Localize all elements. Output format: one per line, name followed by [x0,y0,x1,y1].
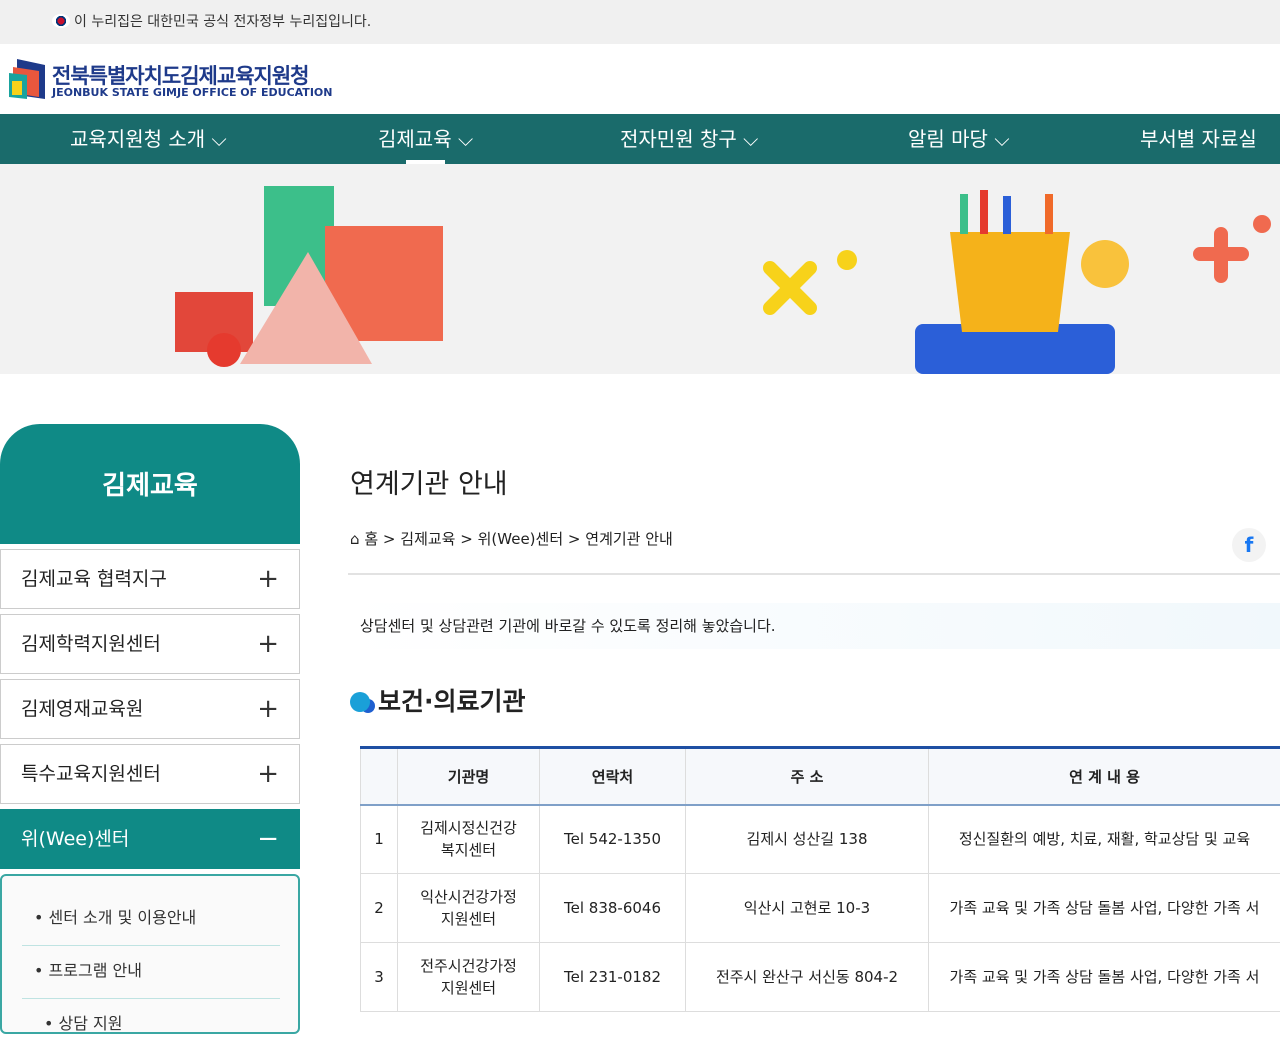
intro-text: 상담센터 및 상담관련 기관에 바로갈 수 있도록 정리해 놓았습니다. [348,603,1280,649]
table-header-row: 기관명연락처주 소연 계 내 용 [361,748,1280,805]
nav-item[interactable]: 알림 마당 ⌵ [908,114,1010,164]
sidebar-item-active[interactable]: 위(Wee)센터− [0,809,300,869]
nav-item[interactable]: 교육지원청 소개 ⌵ [70,114,227,164]
plus-icon: + [257,680,279,738]
institution-table: 기관명연락처주 소연 계 내 용 1김제시정신건강 복지센터Tel 542-13… [360,746,1280,1012]
breadcrumb-item[interactable]: 위(Wee)센터 [478,530,564,548]
nav-item[interactable]: 전자민원 창구 ⌵ [620,114,758,164]
minus-icon: − [257,810,279,868]
table-row: 1김제시정신건강 복지센터Tel 542-1350김제시 성산길 138정신질환… [361,805,1280,874]
nav-item[interactable]: 부서별 자료실 [1140,114,1257,164]
logo-icon [9,59,45,99]
logo[interactable]: 전북특별자치도김제교육지원청 JEONBUK STATE GIMJE OFFIC… [0,44,1280,114]
nav-item-active[interactable]: 김제교육 ⌵ [378,114,473,164]
divider [348,573,1280,575]
home-icon: ⌂ [350,530,360,548]
gov-banner-text: 이 누리집은 대한민국 공식 전자정부 누리집입니다. [74,14,371,30]
korea-flag-icon [52,14,70,28]
table-row: 3전주시건강가정 지원센터Tel 231-0182전주시 완산구 서신동 804… [361,943,1280,1012]
logo-subtitle: JEONBUK STATE GIMJE OFFICE OF EDUCATION [52,86,332,99]
page-title: 연계기관 안내 [350,462,508,501]
plus-icon: + [257,550,279,608]
main-nav: 교육지원청 소개 ⌵ 김제교육 ⌵ 전자민원 창구 ⌵ 알림 마당 ⌵ 부서별 … [0,114,1280,164]
sidebar-submenu: • 센터 소개 및 이용안내 • 프로그램 안내 • 상담 지원 [0,874,300,1034]
submenu-item[interactable]: • 상담 지원 [22,1000,280,1052]
breadcrumb-current: 연계기관 안내 [585,530,673,548]
sidebar-item[interactable]: 김제교육 협력지구+ [0,549,300,609]
banner-shapes-icon [0,164,1280,374]
submenu-item[interactable]: • 프로그램 안내 [22,947,280,999]
facebook-share-icon[interactable]: f [1232,528,1266,562]
banner-illustration [0,164,1280,374]
breadcrumb: ⌂ 홈 > 김제교육 > 위(Wee)센터 > 연계기관 안내 [350,528,673,549]
breadcrumb-item[interactable]: 김제교육 [400,530,455,548]
sidebar-item[interactable]: 김제학력지원센터+ [0,614,300,674]
sidebar-item[interactable]: 김제영재교육원+ [0,679,300,739]
sidebar-item[interactable]: 특수교육지원센터+ [0,744,300,804]
plus-icon: + [257,745,279,803]
sidebar-title: 김제교육 [0,424,300,544]
table-row: 2익산시건강가정 지원센터Tel 838-6046익산시 고현로 10-3가족 … [361,874,1280,943]
submenu-item[interactable]: • 센터 소개 및 이용안내 [22,894,280,946]
section-heading: 보건·의료기관 [350,682,526,718]
plus-icon: + [257,615,279,673]
gov-banner: 이 누리집은 대한민국 공식 전자정부 누리집입니다. [0,0,1280,44]
bullet-icon [350,692,370,712]
breadcrumb-home[interactable]: 홈 [364,530,378,548]
